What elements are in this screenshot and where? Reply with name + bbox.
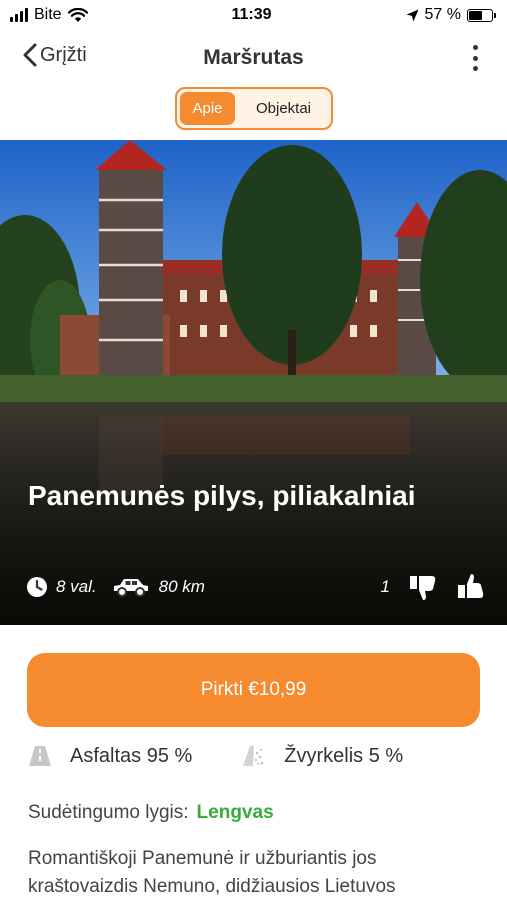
distance-item: 80 km xyxy=(111,576,205,598)
buy-button[interactable]: Pirkti €10,99 xyxy=(27,653,480,727)
difficulty-value: Lengvas xyxy=(196,802,274,823)
status-left: Bite xyxy=(10,6,160,24)
car-icon xyxy=(113,579,148,597)
duration-item: 8 val. xyxy=(26,576,97,598)
signal-icon xyxy=(10,8,28,22)
battery-percent: 57 % xyxy=(424,6,461,23)
battery-fill xyxy=(468,10,482,20)
back-button[interactable]: Grįžti xyxy=(22,43,87,67)
thumbs-down-icon[interactable] xyxy=(408,572,438,602)
road-type-gravel: Žvyrkelis 5 % xyxy=(242,745,403,768)
route-description: Romantiškoji Panemunė ir užburiantis jos… xyxy=(28,848,396,897)
more-dot-icon xyxy=(472,66,478,71)
asphalt-road-icon xyxy=(29,746,51,766)
route-distance: 80 km xyxy=(158,577,205,596)
difficulty-row: Sudėtingumo lygis: Lengvas xyxy=(28,802,274,824)
more-dot-icon xyxy=(472,55,478,61)
more-dot-icon xyxy=(472,45,478,50)
road-type-asphalt: Asfaltas 95 % xyxy=(28,745,192,768)
page-title: Maršrutas xyxy=(203,46,304,69)
more-options-button[interactable] xyxy=(471,45,479,71)
location-arrow-icon xyxy=(406,9,419,21)
segmented-control: Apie Objektai xyxy=(175,87,333,130)
status-time: 11:39 xyxy=(231,6,272,23)
gravel-road-icon xyxy=(243,746,264,766)
road-types: Asfaltas 95 % Žvyrkelis 5 % xyxy=(28,740,488,772)
difficulty-label: Sudėtingumo lygis: xyxy=(28,802,189,823)
vote-group: 1 xyxy=(381,572,486,602)
route-title: Panemunės pilys, piliakalniai xyxy=(28,480,416,511)
chevron-left-icon xyxy=(23,43,37,67)
wifi-icon xyxy=(67,7,88,22)
hero-image: Panemunės pilys, piliakalniai 8 val. 80 … xyxy=(0,140,507,625)
road-type-label: Žvyrkelis 5 % xyxy=(284,744,404,767)
status-bar: Bite 11:39 57 % xyxy=(0,0,507,30)
dislike-count: 1 xyxy=(380,577,390,596)
tab-objektai[interactable]: Objektai xyxy=(239,92,328,125)
tab-apie[interactable]: Apie xyxy=(180,92,235,125)
clock-icon xyxy=(27,577,47,597)
nav-bar: Grįžti Maršrutas xyxy=(0,38,507,78)
back-label: Grįžti xyxy=(40,43,87,66)
battery-icon xyxy=(466,8,496,22)
thumbs-up-icon[interactable] xyxy=(456,572,486,602)
carrier-name: Bite xyxy=(34,6,62,23)
castle-photo xyxy=(0,140,507,625)
status-right: 57 % xyxy=(343,6,496,24)
route-duration: 8 val. xyxy=(56,577,97,596)
road-type-label: Asfaltas 95 % xyxy=(70,744,193,767)
route-meta: 8 val. 80 km 1 xyxy=(26,572,486,602)
